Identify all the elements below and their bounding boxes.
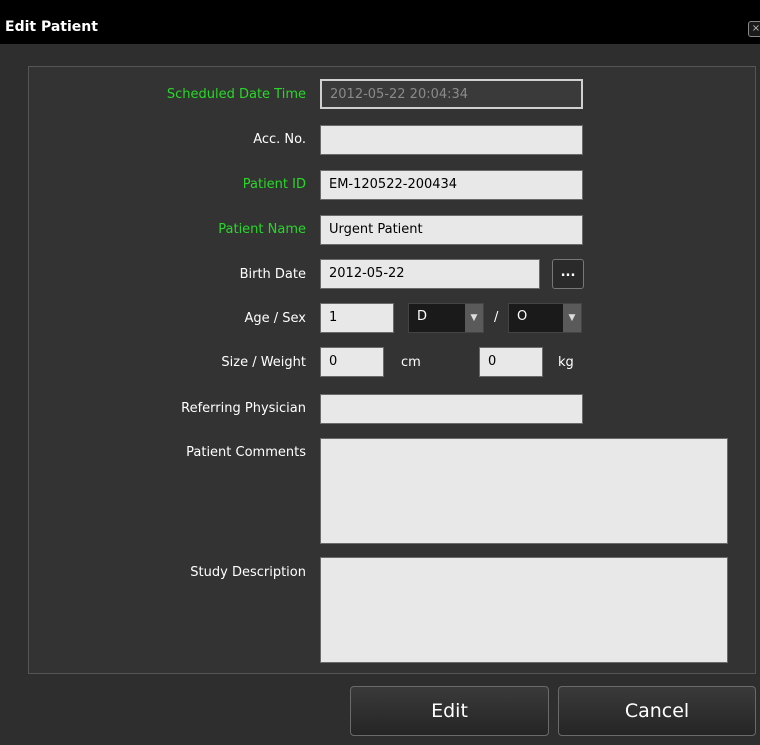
weight-unit-label: kg <box>558 355 574 370</box>
size-field[interactable]: 0 <box>320 347 384 377</box>
window-title: Edit Patient <box>5 19 98 35</box>
scheduled-date-time-label: Scheduled Date Time <box>166 87 306 102</box>
chevron-down-icon: ▼ <box>465 304 483 332</box>
sex-select[interactable]: O ▼ <box>508 303 582 333</box>
study-description-label: Study Description <box>190 565 306 580</box>
referring-physician-label: Referring Physician <box>181 401 306 416</box>
weight-field[interactable]: 0 <box>479 347 543 377</box>
acc-no-field[interactable] <box>320 125 583 155</box>
age-field[interactable]: 1 <box>320 303 394 333</box>
patient-id-label: Patient ID <box>242 177 306 192</box>
birth-date-field[interactable]: 2012-05-22 <box>320 259 540 289</box>
edit-button[interactable]: Edit <box>350 686 549 736</box>
close-icon[interactable]: × <box>748 21 760 37</box>
edit-patient-dialog: Edit Patient × Scheduled Date Time 2012-… <box>0 0 760 745</box>
patient-comments-label: Patient Comments <box>186 445 306 460</box>
patient-id-field[interactable]: EM-120522-200434 <box>320 170 583 200</box>
study-description-field[interactable] <box>320 557 728 663</box>
referring-physician-field[interactable] <box>320 394 583 424</box>
date-picker-button[interactable]: ... <box>552 259 584 289</box>
scheduled-date-time-field: 2012-05-22 20:04:34 <box>320 79 583 109</box>
birth-date-label: Birth Date <box>239 267 306 282</box>
age-unit-value: D <box>417 309 428 324</box>
cancel-button[interactable]: Cancel <box>558 686 756 736</box>
title-bar: Edit Patient × <box>0 0 760 44</box>
age-sex-separator: / <box>494 310 499 325</box>
size-unit-label: cm <box>401 355 421 370</box>
sex-value: O <box>517 309 528 324</box>
chevron-down-icon: ▼ <box>563 304 581 332</box>
age-unit-select[interactable]: D ▼ <box>408 303 484 333</box>
size-weight-label: Size / Weight <box>221 355 306 370</box>
patient-name-label: Patient Name <box>218 222 306 237</box>
patient-name-field[interactable]: Urgent Patient <box>320 215 583 245</box>
age-sex-label: Age / Sex <box>244 311 306 326</box>
patient-comments-field[interactable] <box>320 438 728 544</box>
acc-no-label: Acc. No. <box>253 132 306 147</box>
